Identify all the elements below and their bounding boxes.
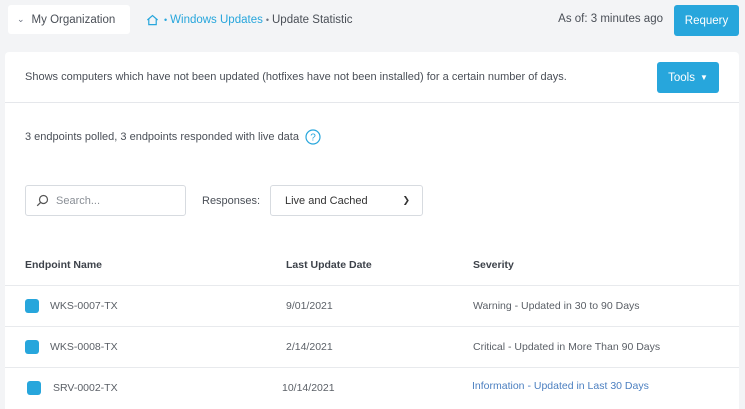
table-row[interactable]: WKS-0007-TX 9/01/2021 Warning - Updated …	[5, 285, 739, 326]
severity-cell: Warning - Updated in 30 to 90 Days	[473, 300, 640, 312]
search-field[interactable]	[25, 185, 186, 216]
breadcrumb-link-windows-updates[interactable]: Windows Updates	[170, 14, 263, 26]
tools-button[interactable]: Tools ▼	[657, 62, 719, 93]
organization-label: My Organization	[31, 13, 116, 26]
chevron-down-icon: ▼	[699, 73, 708, 82]
column-header-endpoint-name[interactable]: Endpoint Name	[25, 259, 102, 271]
row-checkbox[interactable]	[27, 381, 41, 395]
poll-summary-text: 3 endpoints polled, 3 endpoints responde…	[25, 131, 299, 143]
table-row[interactable]: SRV-0002-TX 10/14/2021 Information - Upd…	[5, 367, 739, 408]
home-icon[interactable]	[146, 14, 159, 26]
breadcrumb-separator: •	[164, 15, 168, 25]
responses-select[interactable]: Live and Cached ❯	[270, 185, 423, 216]
svg-text:?: ?	[310, 133, 316, 144]
chevron-down-icon: ⌄	[17, 14, 25, 24]
organization-selector[interactable]: ⌄ My Organization	[8, 5, 130, 34]
endpoint-name-cell: WKS-0007-TX	[50, 300, 118, 312]
responses-value: Live and Cached	[285, 194, 368, 207]
column-header-severity[interactable]: Severity	[473, 259, 514, 271]
severity-cell: Information - Updated in Last 30 Days	[472, 380, 649, 392]
endpoint-name-cell: WKS-0008-TX	[50, 341, 118, 353]
severity-cell: Critical - Updated in More Than 90 Days	[473, 341, 661, 353]
breadcrumb-separator: •	[265, 15, 269, 25]
breadcrumb: • Windows Updates • Update Statistic	[146, 12, 353, 28]
as-of-timestamp: As of: 3 minutes ago	[558, 13, 663, 25]
requery-button[interactable]: Requery	[674, 5, 739, 36]
last-update-date-cell: 2/14/2021	[286, 341, 333, 353]
search-icon	[36, 194, 49, 207]
table-row[interactable]: WKS-0008-TX 2/14/2021 Critical - Updated…	[5, 326, 739, 367]
main-panel: Shows computers which have not been upda…	[5, 52, 739, 409]
chevron-down-icon: ❯	[402, 195, 410, 205]
tools-label: Tools	[668, 71, 695, 84]
column-header-last-update-date[interactable]: Last Update Date	[286, 259, 372, 271]
last-update-date-cell: 10/14/2021	[282, 382, 335, 394]
help-icon[interactable]: ?	[305, 129, 321, 145]
breadcrumb-current: Update Statistic	[272, 14, 353, 26]
last-update-date-cell: 9/01/2021	[286, 300, 333, 312]
row-checkbox[interactable]	[25, 299, 39, 313]
panel-header: Shows computers which have not been upda…	[5, 52, 739, 103]
row-checkbox[interactable]	[25, 340, 39, 354]
search-input[interactable]	[56, 194, 166, 207]
endpoint-name-cell: SRV-0002-TX	[53, 382, 118, 394]
panel-description: Shows computers which have not been upda…	[25, 71, 567, 83]
poll-summary: 3 endpoints polled, 3 endpoints responde…	[25, 129, 321, 145]
responses-label: Responses:	[202, 195, 261, 207]
